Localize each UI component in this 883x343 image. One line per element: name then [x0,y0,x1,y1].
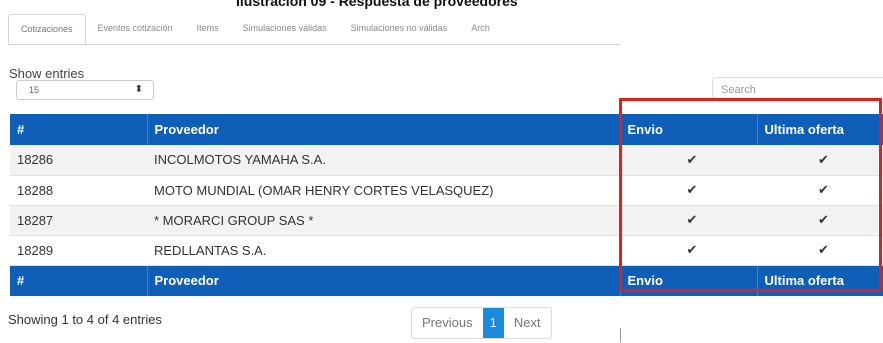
column-header-ultima-oferta[interactable]: Ultima oferta [757,114,883,145]
check-icon: ✔ [757,205,883,236]
table-row: 18287 * MORARCI GROUP SAS * ✔ ✔ [10,205,883,236]
check-icon: ✔ [620,145,757,176]
check-icon: ✔ [620,175,757,206]
table-row: 18289 REDLLANTAS S.A. ✔ ✔ [10,235,883,266]
cell-proveedor: MOTO MUNDIAL (OMAR HENRY CORTES VELASQUE… [147,175,620,206]
table-info: Showing 1 to 4 of 4 entries [8,312,162,327]
footer-header-proveedor: Proveedor [147,265,621,296]
cell-proveedor: * MORARCI GROUP SAS * [147,205,620,236]
cell-proveedor: REDLLANTAS S.A. [147,235,620,266]
chevron-updown-icon: ⬍ [134,84,143,95]
footer-header-ultima-oferta: Ultima oferta [757,265,883,296]
cell-id: 18289 [10,235,147,266]
page-1-button[interactable]: 1 [482,308,504,338]
tab-bar: Cotizaciones Eventos cotización Items Si… [8,14,620,45]
cell-id: 18288 [10,175,147,206]
tab-simulaciones-no-validas[interactable]: Simulaciones no válidas [339,14,460,44]
check-icon: ✔ [757,175,883,206]
table-row: 18286 INCOLMOTOS YAMAHA S.A. ✔ ✔ [10,145,883,176]
cell-id: 18286 [10,145,147,176]
column-header-envio[interactable]: Envio [620,114,758,145]
next-button[interactable]: Next [504,308,551,338]
text-cursor [620,328,621,342]
providers-table: # Proveedor Envio Ultima oferta 18286 IN… [10,114,883,296]
footer-header-id: # [10,265,148,296]
figure-caption: Ilustración 09 - Respuesta de proveedore… [236,0,518,9]
table-header-row: # Proveedor Envio Ultima oferta [10,114,883,145]
tab-cotizaciones[interactable]: Cotizaciones [8,14,86,44]
search-input[interactable]: Search [712,77,883,101]
tab-items[interactable]: Items [185,14,231,44]
table-row: 18288 MOTO MUNDIAL (OMAR HENRY CORTES VE… [10,175,883,206]
cell-id: 18287 [10,205,147,236]
entries-select-value: 15 [29,85,40,95]
tab-archivos[interactable]: Arch [459,14,502,44]
check-icon: ✔ [620,205,757,236]
entries-select[interactable]: 15 ⬍ [16,80,154,100]
footer-header-envio: Envio [620,265,758,296]
previous-button[interactable]: Previous [412,308,483,338]
column-header-proveedor[interactable]: Proveedor [147,114,621,145]
check-icon: ✔ [620,235,757,266]
tab-eventos-cotizacion[interactable]: Eventos cotización [86,14,185,44]
check-icon: ✔ [757,145,883,176]
show-entries-label: Show entries [9,66,85,81]
table-footer-row: # Proveedor Envio Ultima oferta [10,265,883,296]
column-header-id[interactable]: # [10,114,148,145]
tab-simulaciones-validas[interactable]: Simulaciones válidas [231,14,339,44]
cell-proveedor: INCOLMOTOS YAMAHA S.A. [147,145,620,176]
pagination: Previous 1 Next [411,307,552,339]
check-icon: ✔ [757,235,883,266]
